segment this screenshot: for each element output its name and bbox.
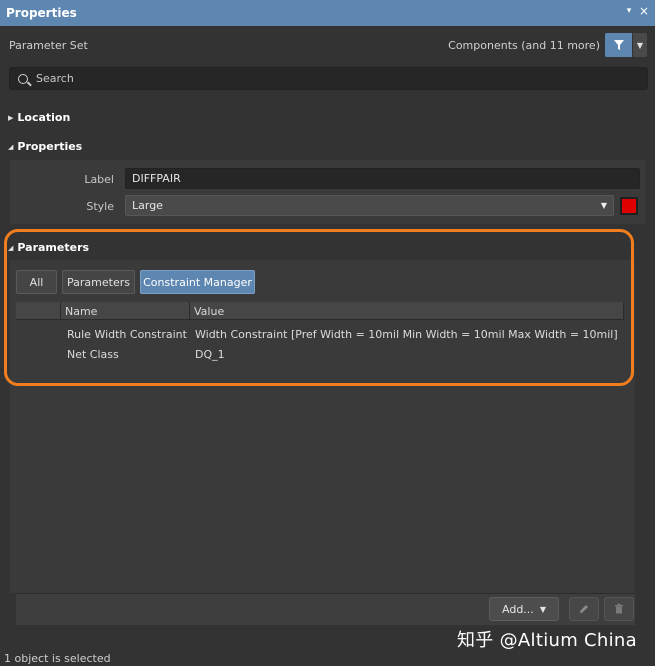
panel-titlebar: Properties ▾ × — [0, 0, 655, 26]
section-location-label: Location — [17, 111, 71, 124]
section-parameters-label: Parameters — [17, 241, 90, 254]
column-header-value[interactable]: Value — [194, 305, 224, 318]
column-divider[interactable] — [189, 302, 190, 320]
status-text: 1 object is selected — [4, 652, 111, 665]
table-row[interactable]: Net Class DQ_1 — [16, 344, 624, 364]
tab-all[interactable]: All — [16, 270, 57, 294]
panel-title: Properties — [6, 6, 77, 20]
filter-icon — [613, 40, 624, 50]
column-divider — [623, 302, 624, 320]
edit-button[interactable] — [569, 597, 599, 621]
label-field[interactable]: DIFFPAIR — [125, 168, 640, 189]
filter-summary: Components (and 11 more) — [448, 39, 600, 52]
section-properties-header[interactable]: ◢ Properties — [8, 140, 82, 153]
style-select-value: Large — [132, 199, 163, 212]
cell-value: DQ_1 — [195, 348, 225, 361]
pin-icon[interactable]: ▾ — [623, 6, 635, 16]
filter-dropdown-button[interactable]: ▼ — [633, 33, 647, 57]
close-icon[interactable]: × — [638, 4, 650, 18]
label-caption: Label — [84, 173, 114, 186]
delete-button[interactable] — [604, 597, 634, 621]
cell-value: Width Constraint [Pref Width = 10mil Min… — [195, 328, 618, 341]
style-caption: Style — [86, 200, 114, 213]
search-input[interactable]: Search — [9, 67, 648, 90]
expanded-triangle-icon: ◢ — [8, 142, 14, 151]
tab-constraint-manager[interactable]: Constraint Manager — [140, 270, 255, 294]
add-button-label: Add... — [502, 602, 534, 616]
search-placeholder: Search — [36, 72, 74, 85]
section-properties-label: Properties — [17, 140, 83, 153]
column-divider[interactable] — [60, 302, 61, 320]
section-location-header[interactable]: ▶ Location — [8, 111, 70, 124]
expanded-triangle-icon: ◢ — [8, 243, 14, 252]
watermark-text: 知乎 @Altium China — [457, 630, 637, 651]
style-color-swatch[interactable] — [620, 197, 638, 215]
chevron-down-icon: ▼ — [539, 604, 546, 614]
tab-constraint-manager-label: Constraint Manager — [143, 275, 252, 289]
collapsed-triangle-icon: ▶ — [8, 113, 14, 122]
tab-all-label: All — [29, 275, 44, 289]
cell-name: Rule Width Constraint — [67, 328, 187, 341]
style-select[interactable]: Large ▼ — [125, 195, 614, 216]
parameter-set-row: Parameter Set Components (and 11 more) — [0, 26, 655, 64]
chevron-down-icon: ▼ — [600, 201, 607, 210]
add-button[interactable]: Add... ▼ — [489, 597, 559, 621]
tab-parameters[interactable]: Parameters — [62, 270, 135, 294]
trash-icon — [615, 603, 623, 614]
label-field-value: DIFFPAIR — [132, 172, 181, 185]
parameter-set-label: Parameter Set — [9, 38, 88, 52]
tab-parameters-label: Parameters — [67, 275, 130, 289]
column-header-name[interactable]: Name — [65, 305, 97, 318]
chevron-down-icon: ▼ — [636, 40, 644, 50]
search-icon — [18, 73, 28, 84]
filter-button[interactable] — [605, 33, 632, 57]
cell-name: Net Class — [67, 348, 119, 361]
section-parameters-header[interactable]: ◢ Parameters — [8, 241, 89, 254]
table-header: Name Value — [16, 302, 624, 320]
table-row[interactable]: Rule Width Constraint Width Constraint [… — [16, 324, 624, 344]
pencil-icon — [580, 605, 588, 613]
